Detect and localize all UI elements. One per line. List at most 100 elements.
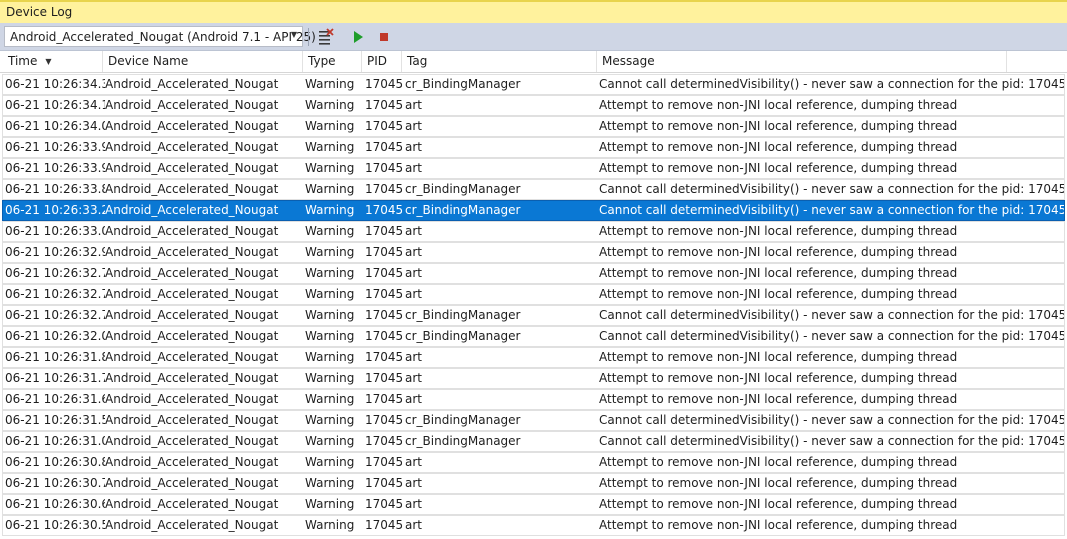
cell-tag: art xyxy=(405,350,422,364)
cell-type: Warning xyxy=(305,455,355,469)
cell-time: 06-21 10:26:34.090 xyxy=(5,119,105,133)
cell-device-name: Android_Accelerated_Nougat xyxy=(105,518,279,532)
cell-tag: art xyxy=(405,245,422,259)
cell-message: Attempt to remove non-JNI local referenc… xyxy=(599,161,958,175)
cell-time: 06-21 10:26:30.771 xyxy=(5,476,105,490)
cell-type: Warning xyxy=(305,182,355,196)
log-row[interactable]: 06-21 10:26:33.033Android_Accelerated_No… xyxy=(2,221,1065,242)
cell-pid: 17045 xyxy=(365,497,403,511)
log-row[interactable]: 06-21 10:26:30.771Android_Accelerated_No… xyxy=(2,473,1065,494)
device-select[interactable]: Android_Accelerated_Nougat (Android 7.1 … xyxy=(4,26,316,47)
cell-message: Attempt to remove non-JNI local referenc… xyxy=(599,119,958,133)
cell-message: Cannot call determinedVisibility() - nev… xyxy=(599,413,1064,427)
cell-device-name: Android_Accelerated_Nougat xyxy=(105,434,279,448)
cell-type: Warning xyxy=(305,224,355,238)
log-row[interactable]: 06-21 10:26:34.154Android_Accelerated_No… xyxy=(2,95,1065,116)
cell-pid: 17045 xyxy=(365,224,403,238)
cell-type: Warning xyxy=(305,329,355,343)
stop-icon xyxy=(374,27,394,47)
cell-tag: art xyxy=(405,140,422,154)
cell-type: Warning xyxy=(305,434,355,448)
cell-tag: art xyxy=(405,224,422,238)
log-row[interactable]: 06-21 10:26:33.846Android_Accelerated_No… xyxy=(2,179,1065,200)
cell-type: Warning xyxy=(305,350,355,364)
cell-message: Attempt to remove non-JNI local referenc… xyxy=(599,455,958,469)
cell-message: Attempt to remove non-JNI local referenc… xyxy=(599,245,958,259)
cell-pid: 17045 xyxy=(365,308,403,322)
log-row[interactable]: 06-21 10:26:34.361Android_Accelerated_No… xyxy=(2,74,1065,95)
log-row[interactable]: 06-21 10:26:32.034Android_Accelerated_No… xyxy=(2,326,1065,347)
cell-device-name: Android_Accelerated_Nougat xyxy=(105,392,279,406)
column-header-pid[interactable]: PID xyxy=(362,51,402,72)
column-header-row: Time ▼ Device Name Type PID Tag Message xyxy=(0,51,1067,73)
cell-pid: 17045 xyxy=(365,371,403,385)
cell-time: 06-21 10:26:32.795 xyxy=(5,266,105,280)
cell-tag: art xyxy=(405,476,422,490)
column-header-tag[interactable]: Tag xyxy=(402,51,597,72)
cell-pid: 17045 xyxy=(365,161,403,175)
start-logging-button[interactable] xyxy=(348,27,368,47)
column-header-type[interactable]: Type xyxy=(303,51,362,72)
cell-pid: 17045 xyxy=(365,182,403,196)
log-row[interactable]: 06-21 10:26:34.090Android_Accelerated_No… xyxy=(2,116,1065,137)
cell-message: Attempt to remove non-JNI local referenc… xyxy=(599,497,958,511)
column-header-time[interactable]: Time ▼ xyxy=(3,51,103,72)
cell-message: Cannot call determinedVisibility() - nev… xyxy=(599,182,1064,196)
cell-type: Warning xyxy=(305,161,355,175)
sort-descending-icon: ▼ xyxy=(45,57,52,66)
clear-log-button[interactable] xyxy=(316,27,336,47)
log-row[interactable]: 06-21 10:26:33.241Android_Accelerated_No… xyxy=(2,200,1065,221)
cell-tag: art xyxy=(405,455,422,469)
cell-pid: 17045 xyxy=(365,266,403,280)
log-row[interactable]: 06-21 10:26:31.820Android_Accelerated_No… xyxy=(2,347,1065,368)
cell-type: Warning xyxy=(305,119,355,133)
log-row[interactable]: 06-21 10:26:32.795Android_Accelerated_No… xyxy=(2,263,1065,284)
cell-device-name: Android_Accelerated_Nougat xyxy=(105,476,279,490)
stop-logging-button[interactable] xyxy=(374,27,394,47)
cell-message: Attempt to remove non-JNI local referenc… xyxy=(599,224,958,238)
cell-tag: cr_BindingManager xyxy=(405,203,521,217)
cell-pid: 17045 xyxy=(365,140,403,154)
log-row[interactable]: 06-21 10:26:32.712Android_Accelerated_No… xyxy=(2,305,1065,326)
log-row[interactable]: 06-21 10:26:30.608Android_Accelerated_No… xyxy=(2,494,1065,515)
log-row[interactable]: 06-21 10:26:33.941Android_Accelerated_No… xyxy=(2,137,1065,158)
cell-time: 06-21 10:26:30.592 xyxy=(5,518,105,532)
log-row[interactable]: 06-21 10:26:33.908Android_Accelerated_No… xyxy=(2,158,1065,179)
column-header-device-name[interactable]: Device Name xyxy=(103,51,303,72)
cell-tag: art xyxy=(405,518,422,532)
cell-time: 06-21 10:26:31.820 xyxy=(5,350,105,364)
log-row[interactable]: 06-21 10:26:31.035Android_Accelerated_No… xyxy=(2,431,1065,452)
cell-type: Warning xyxy=(305,518,355,532)
cell-device-name: Android_Accelerated_Nougat xyxy=(105,287,279,301)
cell-device-name: Android_Accelerated_Nougat xyxy=(105,203,279,217)
cell-device-name: Android_Accelerated_Nougat xyxy=(105,455,279,469)
cell-time: 06-21 10:26:33.033 xyxy=(5,224,105,238)
log-row[interactable]: 06-21 10:26:32.771Android_Accelerated_No… xyxy=(2,284,1065,305)
cell-time: 06-21 10:26:31.035 xyxy=(5,434,105,448)
cell-pid: 17045 xyxy=(365,413,403,427)
cell-type: Warning xyxy=(305,287,355,301)
cell-tag: cr_BindingManager xyxy=(405,413,521,427)
cell-tag: cr_BindingManager xyxy=(405,77,521,91)
cell-message: Attempt to remove non-JNI local referenc… xyxy=(599,350,958,364)
log-row[interactable]: 06-21 10:26:31.602Android_Accelerated_No… xyxy=(2,389,1065,410)
cell-type: Warning xyxy=(305,203,355,217)
cell-device-name: Android_Accelerated_Nougat xyxy=(105,140,279,154)
log-row[interactable]: 06-21 10:26:30.837Android_Accelerated_No… xyxy=(2,452,1065,473)
log-row[interactable]: 06-21 10:26:31.503Android_Accelerated_No… xyxy=(2,410,1065,431)
cell-pid: 17045 xyxy=(365,287,403,301)
cell-time: 06-21 10:26:31.755 xyxy=(5,371,105,385)
cell-tag: art xyxy=(405,497,422,511)
cell-message: Cannot call determinedVisibility() - nev… xyxy=(599,308,1064,322)
cell-pid: 17045 xyxy=(365,329,403,343)
column-header-message[interactable]: Message xyxy=(597,51,1007,72)
cell-message: Attempt to remove non-JNI local referenc… xyxy=(599,518,958,532)
cell-device-name: Android_Accelerated_Nougat xyxy=(105,182,279,196)
log-row[interactable]: 06-21 10:26:31.755Android_Accelerated_No… xyxy=(2,368,1065,389)
cell-pid: 17045 xyxy=(365,434,403,448)
cell-time: 06-21 10:26:33.908 xyxy=(5,161,105,175)
log-row[interactable]: 06-21 10:26:32.939Android_Accelerated_No… xyxy=(2,242,1065,263)
cell-tag: art xyxy=(405,98,422,112)
log-row[interactable]: 06-21 10:26:30.592Android_Accelerated_No… xyxy=(2,515,1065,536)
cell-time: 06-21 10:26:33.941 xyxy=(5,140,105,154)
